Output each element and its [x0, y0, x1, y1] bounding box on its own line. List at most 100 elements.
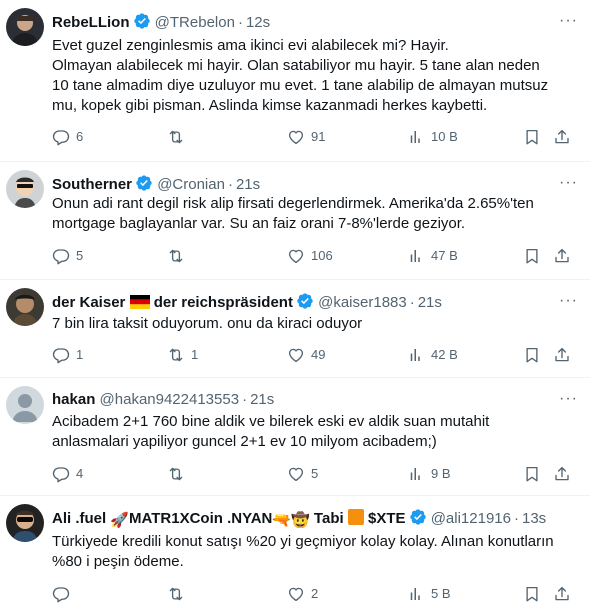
display-name-part: der reichspräsident	[153, 294, 293, 311]
like-button[interactable]: 49	[287, 345, 325, 365]
views-button[interactable]: 5 B	[407, 584, 451, 604]
avatar[interactable]	[6, 170, 44, 208]
verified-badge-icon	[135, 174, 153, 192]
display-name-part: MATR1XCoin .NYAN	[129, 510, 273, 527]
share-icon	[553, 128, 571, 146]
display-name[interactable]: hakan	[52, 391, 95, 408]
bookmark-icon	[523, 128, 541, 146]
retweet-button[interactable]	[167, 584, 191, 604]
cowboy-emoji-icon: 🤠	[291, 512, 310, 528]
views-count: 9 B	[431, 466, 451, 481]
share-button[interactable]	[552, 584, 572, 604]
more-options-icon[interactable]: ···	[559, 390, 578, 408]
bookmark-icon	[523, 585, 541, 603]
display-name[interactable]: Southerner	[52, 176, 132, 193]
views-button[interactable]: 9 B	[407, 464, 451, 484]
timestamp[interactable]: 13s	[522, 510, 546, 527]
tweet[interactable]: der Kaiser der reichspräsident @kaiser18…	[0, 280, 590, 378]
separator-dot: ·	[227, 176, 233, 193]
share-button[interactable]	[552, 345, 572, 365]
timestamp[interactable]: 21s	[250, 391, 274, 408]
retweet-button[interactable]	[167, 127, 191, 147]
reply-button[interactable]: 5	[52, 246, 83, 266]
retweet-count: 1	[191, 347, 199, 362]
tweet-header: der Kaiser der reichspräsident @kaiser18…	[52, 292, 582, 312]
reply-icon	[52, 585, 70, 603]
avatar[interactable]	[6, 504, 44, 542]
tweet-header: hakan @hakan9422413553 · 21s	[52, 390, 582, 410]
share-button[interactable]	[552, 464, 572, 484]
tweet-text-line: Olmayan alabilecek mi hayir. Olan satabi…	[52, 57, 540, 74]
retweet-icon	[167, 247, 185, 265]
display-name[interactable]: Ali .fuel 🚀MATR1XCoin .NYAN🔫🤠 Tabi $XTE	[52, 509, 406, 528]
reply-button[interactable]: 1	[52, 345, 83, 365]
tweet-text-line: %80 i peşin ödeme.	[52, 553, 184, 570]
reply-icon	[52, 128, 70, 146]
display-name[interactable]: RebeLLion	[52, 14, 130, 31]
tweet-text-line: 7 bin lira taksit oduyorum. onu da kirac…	[52, 315, 363, 332]
bookmark-icon	[523, 465, 541, 483]
bookmark-button[interactable]	[522, 464, 542, 484]
reply-count: 5	[76, 248, 84, 263]
display-name[interactable]: der Kaiser der reichspräsident	[52, 294, 293, 311]
timestamp[interactable]: 21s	[236, 176, 260, 193]
tweet[interactable]: hakan @hakan9422413553 · 21s ··· Acibadem …	[0, 378, 590, 496]
bookmark-button[interactable]	[522, 246, 542, 266]
handle[interactable]: @kaiser1883	[318, 294, 407, 311]
tweet-text-line: Evet guzel zenginlesmis ama ikinci evi a…	[52, 37, 449, 54]
display-name-part: Ali .fuel	[52, 510, 107, 527]
like-button[interactable]: 106	[287, 246, 333, 266]
handle[interactable]: @Cronian	[157, 176, 225, 193]
verified-badge-icon	[133, 12, 151, 30]
tweet-text: Onun adi rant degil risk alip firsati de…	[52, 194, 582, 234]
rocket-emoji-icon: 🚀	[110, 512, 130, 528]
handle[interactable]: @hakan9422413553	[100, 391, 240, 408]
tweet[interactable]: Ali .fuel 🚀MATR1XCoin .NYAN🔫🤠 Tabi $XTE …	[0, 496, 590, 609]
share-button[interactable]	[552, 127, 572, 147]
reply-button[interactable]	[52, 584, 76, 604]
action-bar: 6 91 10 B	[52, 127, 582, 147]
bookmark-button[interactable]	[522, 584, 542, 604]
like-button[interactable]: 91	[287, 127, 325, 147]
views-icon	[407, 585, 425, 603]
orange-square-icon	[347, 509, 364, 525]
germany-flag-icon	[129, 295, 150, 309]
tweet[interactable]: RebeLLion @TRebelon · 12s ··· Evet guzel z…	[0, 0, 590, 162]
tweet-header: RebeLLion @TRebelon · 12s	[52, 12, 582, 32]
reply-button[interactable]: 4	[52, 464, 83, 484]
views-button[interactable]: 10 B	[407, 127, 458, 147]
handle[interactable]: @ali121916	[431, 510, 511, 527]
tweet[interactable]: Southerner @Cronian · 21s ··· Onun adi ran…	[0, 162, 590, 280]
more-options-icon[interactable]: ···	[559, 292, 578, 310]
reply-icon	[52, 346, 70, 364]
views-count: 42 B	[431, 347, 458, 362]
retweet-button[interactable]: 1	[167, 345, 198, 365]
retweet-button[interactable]	[167, 464, 191, 484]
reply-button[interactable]: 6	[52, 127, 83, 147]
like-button[interactable]: 2	[287, 584, 318, 604]
views-button[interactable]: 42 B	[407, 345, 458, 365]
timestamp[interactable]: 12s	[246, 14, 270, 31]
timestamp[interactable]: 21s	[418, 294, 442, 311]
more-options-icon[interactable]: ···	[559, 12, 578, 30]
retweet-button[interactable]	[167, 246, 191, 266]
avatar[interactable]	[6, 288, 44, 326]
avatar[interactable]	[6, 386, 44, 424]
display-name-part: $XTE	[368, 510, 406, 527]
bookmark-button[interactable]	[522, 127, 542, 147]
share-button[interactable]	[552, 246, 572, 266]
handle[interactable]: @TRebelon	[155, 14, 235, 31]
separator-dot: ·	[513, 510, 519, 527]
views-count: 47 B	[431, 248, 458, 263]
more-options-icon[interactable]: ···	[559, 174, 578, 192]
views-button[interactable]: 47 B	[407, 246, 458, 266]
separator-dot: ·	[237, 14, 243, 31]
bookmark-button[interactable]	[522, 345, 542, 365]
action-bar: 4 5 9 B	[52, 464, 582, 484]
avatar[interactable]	[6, 8, 44, 46]
tweet-text-line: 10 tane almadim diye uzuluyor mu evet. 1…	[52, 77, 549, 94]
like-button[interactable]: 5	[287, 464, 318, 484]
display-name-part: Tabi	[313, 510, 344, 527]
tweet-header: Ali .fuel 🚀MATR1XCoin .NYAN🔫🤠 Tabi $XTE …	[52, 508, 582, 528]
action-bar: 2 5 B	[52, 584, 582, 604]
